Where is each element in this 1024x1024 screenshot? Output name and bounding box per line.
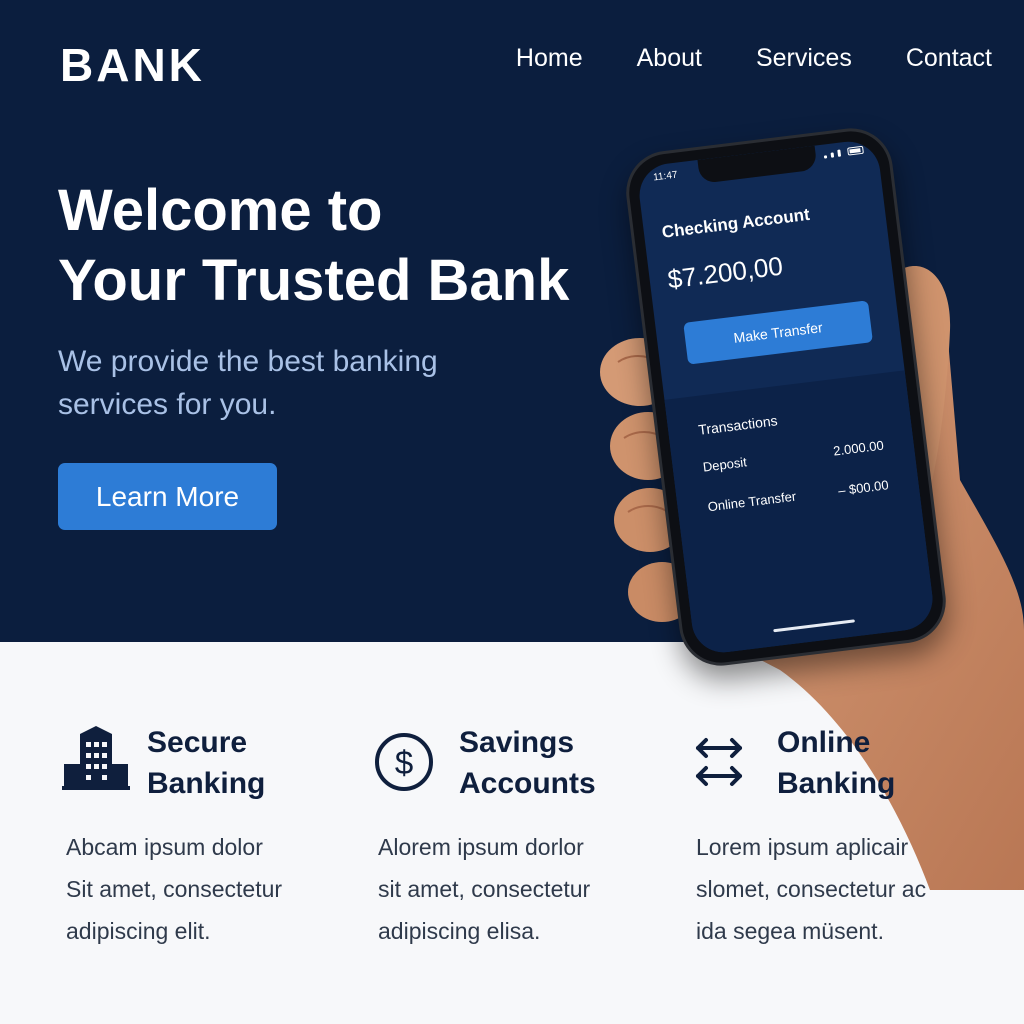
transaction-label: Online Transfer xyxy=(706,488,797,515)
phone-screen: 11:47 Checking Account $7.200,00 Make Tr… xyxy=(635,138,937,656)
feature-description: Alorem ipsum dorlor sit amet, consectetu… xyxy=(378,826,668,952)
building-icon xyxy=(62,726,130,790)
battery-icon xyxy=(847,145,864,156)
transaction-row[interactable]: Online Transfer – $00.00 xyxy=(707,477,889,514)
transaction-label: Deposit xyxy=(702,454,748,475)
status-time: 11:47 xyxy=(652,169,679,184)
feature-description-line: Sit amet, consectetur xyxy=(66,876,283,902)
hero-subtitle-line: services for you. xyxy=(58,388,277,421)
transfer-arrows-icon xyxy=(696,738,742,786)
feature-description: Lorem ipsum aplicair slomet, consectetur… xyxy=(696,826,986,952)
feature-title-line: Accounts xyxy=(459,767,596,800)
feature-title-line: Banking xyxy=(777,767,896,800)
feature-description: Abcam ipsum dolor Sit amet, consectetur … xyxy=(66,826,356,952)
feature-description-line: adipiscing elit. xyxy=(66,918,211,944)
feature-description-line: Lorem ipsum aplicair xyxy=(696,834,909,860)
signal-icon xyxy=(823,155,828,159)
transactions-panel: Transactions Deposit 2.000.00 Online Tra… xyxy=(664,370,937,656)
nav-about-link[interactable]: About xyxy=(637,44,702,73)
feature-description-line: slomet, consectetur ac xyxy=(696,876,927,902)
feature-title: Savings Accounts xyxy=(459,722,596,804)
hero-title-line: Your Trusted Bank xyxy=(58,248,570,313)
svg-text:$: $ xyxy=(395,744,413,781)
hero-subtitle: We provide the best banking services for… xyxy=(58,340,518,426)
transactions-title: Transactions xyxy=(697,412,779,438)
dollar-circle-icon: $ xyxy=(375,733,433,791)
feature-description-line: adipiscing elisa. xyxy=(378,918,541,944)
main-nav: Home About Services Contact xyxy=(516,44,992,73)
feature-description-line: sit amet, consectetur xyxy=(378,876,591,902)
brand-logo[interactable]: BANK xyxy=(60,38,205,92)
phone-notch xyxy=(697,145,818,184)
learn-more-button[interactable]: Learn More xyxy=(58,463,277,530)
feature-title-line: Secure xyxy=(147,726,248,759)
nav-home-link[interactable]: Home xyxy=(516,44,583,73)
feature-title: Secure Banking xyxy=(147,722,265,804)
make-transfer-button[interactable]: Make Transfer xyxy=(683,300,873,365)
feature-title-line: Online xyxy=(777,726,871,759)
signal-icon xyxy=(837,149,842,157)
feature-description-line: Abcam ipsum dolor xyxy=(66,834,263,860)
nav-contact-link[interactable]: Contact xyxy=(906,44,992,73)
hero-subtitle-line: We provide the best banking xyxy=(58,345,438,378)
signal-icon xyxy=(830,152,835,158)
transaction-amount: – $00.00 xyxy=(837,477,890,499)
feature-title: Online Banking xyxy=(777,722,895,804)
transaction-row[interactable]: Deposit 2.000.00 xyxy=(702,438,884,475)
hero-title: Welcome to Your Trusted Bank xyxy=(58,176,618,316)
feature-title-line: Savings xyxy=(459,726,575,759)
account-balance: $7.200,00 xyxy=(665,250,785,295)
feature-title-line: Banking xyxy=(147,767,266,800)
home-indicator xyxy=(773,619,855,633)
features-section: Secure Banking Abcam ipsum dolor Sit ame… xyxy=(0,642,1024,1024)
feature-description-line: ida segea müsent. xyxy=(696,918,884,944)
nav-services-link[interactable]: Services xyxy=(756,44,852,73)
status-icons xyxy=(823,145,864,159)
account-title: Checking Account xyxy=(660,204,811,242)
hero-title-line: Welcome to xyxy=(58,178,383,243)
feature-description-line: Alorem ipsum dorlor xyxy=(378,834,584,860)
transaction-amount: 2.000.00 xyxy=(832,437,885,459)
